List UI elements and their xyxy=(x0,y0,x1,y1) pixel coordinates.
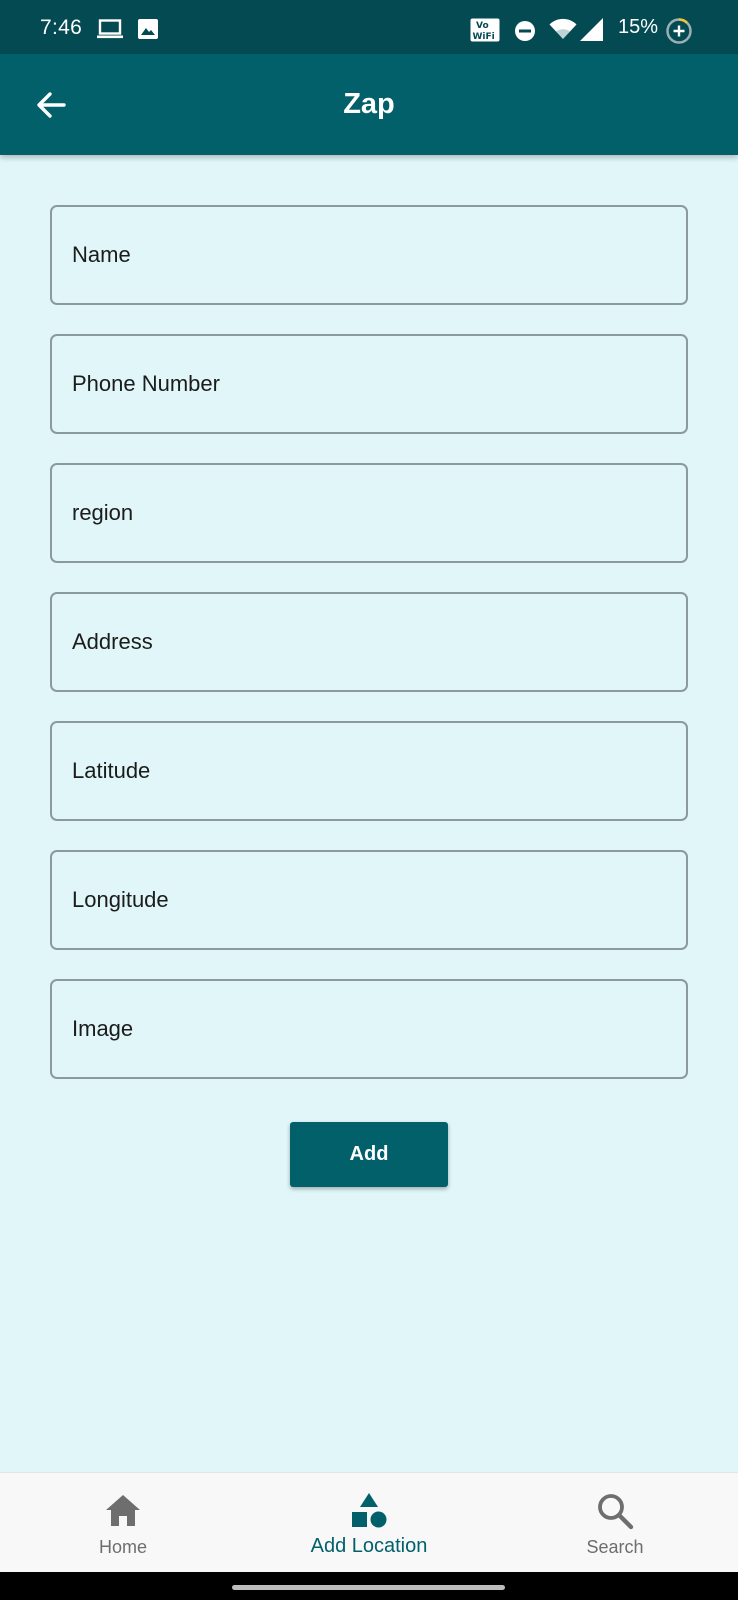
longitude-input[interactable] xyxy=(52,852,686,948)
laptop-icon xyxy=(97,19,123,44)
bottom-nav: Home Add Location Search xyxy=(0,1472,738,1572)
region-input[interactable] xyxy=(52,465,686,561)
app-bar: Zap xyxy=(0,54,738,155)
status-bar: 7:46 Vo WiFi 15% xyxy=(0,0,738,54)
nav-item-add-location[interactable]: Add Location xyxy=(246,1473,492,1573)
vowifi-line2: WiFi xyxy=(473,32,495,42)
vowifi-icon: Vo WiFi xyxy=(470,18,500,47)
wifi-icon xyxy=(549,18,577,45)
longitude-field[interactable] xyxy=(50,850,688,950)
nav-item-search[interactable]: Search xyxy=(492,1473,738,1573)
battery-saver-icon xyxy=(665,17,693,50)
gesture-handle[interactable] xyxy=(232,1585,505,1590)
address-field[interactable] xyxy=(50,592,688,692)
phone-number-input[interactable] xyxy=(52,336,686,432)
address-input[interactable] xyxy=(52,594,686,690)
add-location-form xyxy=(50,205,688,1108)
nav-item-home[interactable]: Home xyxy=(0,1473,246,1573)
image-field[interactable] xyxy=(50,979,688,1079)
vowifi-line1: Vo xyxy=(476,21,489,31)
nav-label-add-location: Add Location xyxy=(310,1535,428,1557)
name-input[interactable] xyxy=(52,207,686,303)
gallery-icon xyxy=(138,19,158,44)
battery-percent: 15% xyxy=(618,16,659,38)
name-field[interactable] xyxy=(50,205,688,305)
home-icon xyxy=(103,1491,143,1531)
latitude-input[interactable] xyxy=(52,723,686,819)
nav-label-home: Home xyxy=(98,1537,147,1557)
latitude-field[interactable] xyxy=(50,721,688,821)
image-input[interactable] xyxy=(52,981,686,1077)
gesture-area xyxy=(0,1572,738,1600)
page-title: Zap xyxy=(343,88,395,120)
add-button[interactable]: Add xyxy=(290,1122,448,1187)
phone-number-field[interactable] xyxy=(50,334,688,434)
search-icon xyxy=(595,1491,635,1531)
status-time: 7:46 xyxy=(40,16,83,39)
signal-icon xyxy=(580,18,604,47)
nav-label-search: Search xyxy=(586,1537,644,1557)
dnd-icon xyxy=(514,20,536,47)
shapes-icon xyxy=(349,1491,389,1531)
region-field[interactable] xyxy=(50,463,688,563)
